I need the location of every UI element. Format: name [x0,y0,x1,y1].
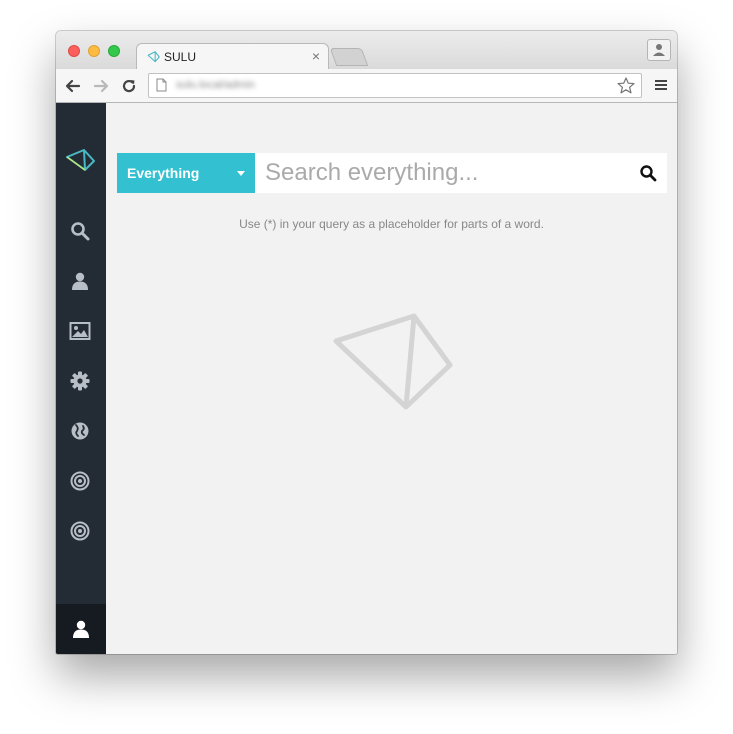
zoom-window-button[interactable] [108,45,120,57]
search-bar: Everything [117,153,667,193]
category-dropdown[interactable]: Everything [117,153,255,193]
person-icon [653,44,665,56]
target-icon[interactable] [69,470,91,492]
browser-toolbar: sulu.local/admin [56,69,677,103]
tab-title: SULU [164,50,197,64]
user-icon[interactable] [69,270,91,292]
forward-arrow-icon[interactable] [92,77,110,95]
title-bar: SULU × [56,31,677,70]
category-dropdown-label: Everything [127,165,200,181]
url-text: sulu.local/admin [176,79,255,91]
sulu-logo-icon [333,313,453,410]
sulu-app: Everything Use (*) in your query as a pl… [56,103,677,654]
search-icon[interactable] [69,220,91,242]
star-icon[interactable] [616,76,636,96]
new-tab-button[interactable] [329,48,369,66]
gear-icon[interactable] [69,370,91,392]
close-window-button[interactable] [68,45,80,57]
search-input[interactable] [255,153,667,193]
browser-tab[interactable]: SULU × [136,43,329,70]
tab-close-icon[interactable]: × [312,48,320,64]
main-content: Everything Use (*) in your query as a pl… [106,103,677,654]
sidebar-user-button[interactable] [56,604,106,654]
user-icon [73,620,89,638]
reload-icon[interactable] [120,77,138,95]
target-icon[interactable] [69,520,91,542]
globe-icon[interactable] [69,420,91,442]
minimize-window-button[interactable] [88,45,100,57]
image-icon[interactable] [69,320,91,342]
search-icon[interactable] [639,164,657,182]
back-arrow-icon[interactable] [64,77,82,95]
profile-button[interactable] [647,39,671,61]
search-hint: Use (*) in your query as a placeholder f… [239,217,544,231]
sulu-logo-icon [147,51,160,63]
caret-down-icon [237,171,245,176]
sidebar [56,103,106,654]
browser-window: SULU × sulu.local/admin Everything Searc… [56,31,677,654]
menu-icon[interactable] [654,78,668,92]
sulu-logo-icon[interactable] [66,148,96,172]
page-icon [156,78,167,92]
address-bar[interactable]: sulu.local/admin [148,73,642,98]
